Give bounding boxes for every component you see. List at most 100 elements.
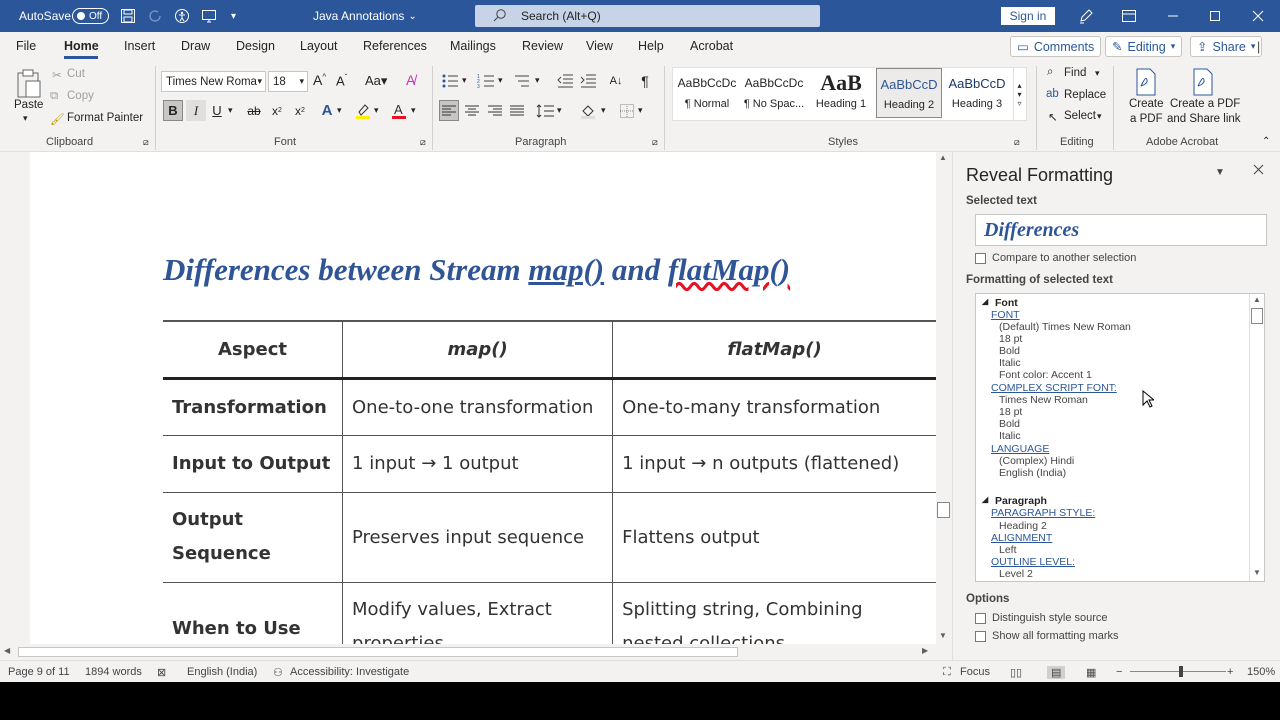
text-effects-icon[interactable]: A <box>318 100 336 121</box>
pane-options-icon[interactable]: ▼ <box>1215 167 1225 178</box>
close-pane-icon[interactable] <box>1253 164 1264 178</box>
cut-button[interactable]: Cut <box>67 68 85 80</box>
font-size-input[interactable]: 18 ▾ <box>268 71 308 92</box>
chevron-down-icon[interactable]: ▾ <box>638 105 643 116</box>
complex-script-link[interactable]: COMPLEX SCRIPT FONT: <box>991 382 1117 394</box>
select-icon[interactable]: ↖ <box>1048 110 1058 124</box>
list-scrollbar[interactable]: ▲ ▼ <box>1249 294 1264 581</box>
scroll-down-icon[interactable]: ▼ <box>939 631 947 640</box>
paragraph-style-link[interactable]: PARAGRAPH STYLE: <box>991 507 1095 519</box>
horizontal-scrollbar[interactable]: ◀ ▶ <box>0 644 936 660</box>
styles-scroll-icon[interactable]: ▴ ▾ ▿ <box>1013 68 1025 120</box>
format-painter-icon[interactable]: 🖌 <box>50 112 65 126</box>
comments-button[interactable]: ▭ Comments <box>1010 36 1102 57</box>
formatting-details-list[interactable]: ◢ Font FONT (Default) Times New Roman 18… <box>975 293 1265 582</box>
compare-checkbox[interactable]: Compare to another selection <box>975 252 1136 264</box>
outline-level-link[interactable]: OUTLINE LEVEL: <box>991 556 1075 568</box>
strikethrough-button[interactable]: ab <box>245 100 263 121</box>
style-heading-3[interactable]: AaBbCcD Heading 3 <box>944 68 1010 118</box>
maximize-icon[interactable] <box>1209 0 1221 32</box>
proofing-icon[interactable]: ⊠ <box>157 666 166 679</box>
chevron-down-icon[interactable]: ▾ <box>535 75 540 86</box>
justify-icon[interactable] <box>507 100 527 121</box>
find-button[interactable]: Find <box>1064 67 1086 79</box>
checkbox[interactable] <box>975 630 986 642</box>
dialog-launcher-icon[interactable]: ⧄ <box>652 137 658 148</box>
grow-font-icon[interactable]: A^ <box>313 72 326 88</box>
dialog-launcher-icon[interactable]: ⧄ <box>1014 137 1020 148</box>
superscript-button[interactable]: x2 <box>292 100 308 121</box>
checkbox[interactable] <box>975 252 986 264</box>
tab-view[interactable]: View <box>586 39 613 53</box>
chevron-down-icon[interactable]: ▾ <box>337 105 342 116</box>
zoom-slider-thumb[interactable] <box>1179 666 1183 677</box>
style-normal[interactable]: AaBbCcDc ¶ Normal <box>674 68 740 118</box>
chevron-down-icon[interactable]: ▾ <box>1097 111 1102 122</box>
search-input[interactable]: Search (Alt+Q) <box>475 5 820 27</box>
collapse-ribbon-icon[interactable]: ⌃ <box>1262 136 1270 147</box>
scroll-up-icon[interactable]: ▲ <box>1253 295 1261 304</box>
scroll-thumb[interactable] <box>937 502 950 518</box>
find-icon[interactable]: ⌕ <box>1047 66 1053 79</box>
editing-mode-button[interactable]: ✎ Editing ▾ <box>1105 36 1183 57</box>
chevron-down-icon[interactable]: ▾ <box>498 75 503 86</box>
tab-references[interactable]: References <box>363 39 427 53</box>
pen-icon[interactable] <box>1078 0 1094 32</box>
print-layout-icon[interactable]: ▤ <box>1047 666 1066 679</box>
autosave-toggle[interactable]: Off <box>72 8 109 24</box>
tab-review[interactable]: Review <box>522 39 563 53</box>
minimize-icon[interactable] <box>1167 0 1179 32</box>
sort-icon[interactable]: A↓ <box>606 71 626 91</box>
create-pdf-icon[interactable] <box>1133 68 1159 96</box>
distinguish-style-checkbox[interactable]: Distinguish style source <box>975 612 1108 624</box>
dialog-launcher-icon[interactable]: ⧄ <box>143 137 149 148</box>
style-heading-1[interactable]: AaB Heading 1 <box>808 68 874 118</box>
paste-label[interactable]: Paste <box>14 99 43 111</box>
accessibility-status[interactable]: Accessibility: Investigate <box>290 666 409 678</box>
numbering-icon[interactable]: 123 <box>476 71 496 91</box>
tab-insert[interactable]: Insert <box>124 39 155 53</box>
scroll-up-icon[interactable]: ▲ <box>939 153 947 162</box>
font-link[interactable]: FONT <box>991 309 1020 321</box>
shading-icon[interactable] <box>578 100 598 121</box>
align-center-icon[interactable] <box>462 100 482 121</box>
tab-layout[interactable]: Layout <box>300 39 338 53</box>
present-icon[interactable] <box>201 0 217 32</box>
paste-icon[interactable] <box>13 66 43 100</box>
scroll-right-icon[interactable]: ▶ <box>922 646 928 655</box>
scroll-left-icon[interactable]: ◀ <box>4 646 10 655</box>
subscript-button[interactable]: x2 <box>269 100 285 121</box>
web-layout-icon[interactable]: ▦ <box>1086 666 1096 679</box>
zoom-out-icon[interactable]: − <box>1116 666 1122 678</box>
chevron-down-icon[interactable]: ▾ <box>23 113 28 124</box>
tab-home[interactable]: Home <box>64 39 99 53</box>
ribbon-options-icon[interactable]: | <box>1257 36 1271 57</box>
font-color-icon[interactable]: A <box>390 100 408 121</box>
sign-in-button[interactable]: Sign in <box>1001 7 1055 25</box>
change-case-icon[interactable]: Aa▾ <box>365 73 387 89</box>
scroll-thumb[interactable] <box>18 647 738 657</box>
alignment-link[interactable]: ALIGNMENT <box>991 532 1052 544</box>
comparison-table[interactable]: Aspect map() flatMap() Transformation On… <box>163 320 936 644</box>
save-icon[interactable] <box>120 0 136 32</box>
page-count[interactable]: Page 9 of 11 <box>8 666 70 678</box>
style-no-spacing[interactable]: AaBbCcDc ¶ No Spac... <box>741 68 807 118</box>
vertical-scrollbar[interactable]: ▲ ▼ <box>936 152 952 644</box>
bold-button[interactable]: B <box>163 100 183 121</box>
customize-qat-icon[interactable]: ▾ <box>231 0 236 32</box>
line-spacing-icon[interactable] <box>535 100 555 121</box>
tab-help[interactable]: Help <box>638 39 664 53</box>
create-pdf-line1[interactable]: Create <box>1129 98 1164 110</box>
share-pdf-line2[interactable]: and Share link <box>1167 113 1241 125</box>
shrink-font-icon[interactable]: Aˇ <box>336 73 347 88</box>
zoom-slider[interactable] <box>1130 671 1226 672</box>
zoom-level[interactable]: 150% <box>1247 666 1275 678</box>
multilevel-list-icon[interactable] <box>512 71 532 91</box>
underline-button[interactable]: U <box>209 100 225 121</box>
accessibility-icon[interactable] <box>174 0 190 32</box>
collapse-icon[interactable]: ◢ <box>982 297 988 306</box>
show-marks-icon[interactable]: ¶ <box>636 71 654 91</box>
checkbox[interactable] <box>975 612 986 624</box>
language-link[interactable]: LANGUAGE <box>991 443 1049 455</box>
share-pdf-line1[interactable]: Create a PDF <box>1170 98 1240 110</box>
